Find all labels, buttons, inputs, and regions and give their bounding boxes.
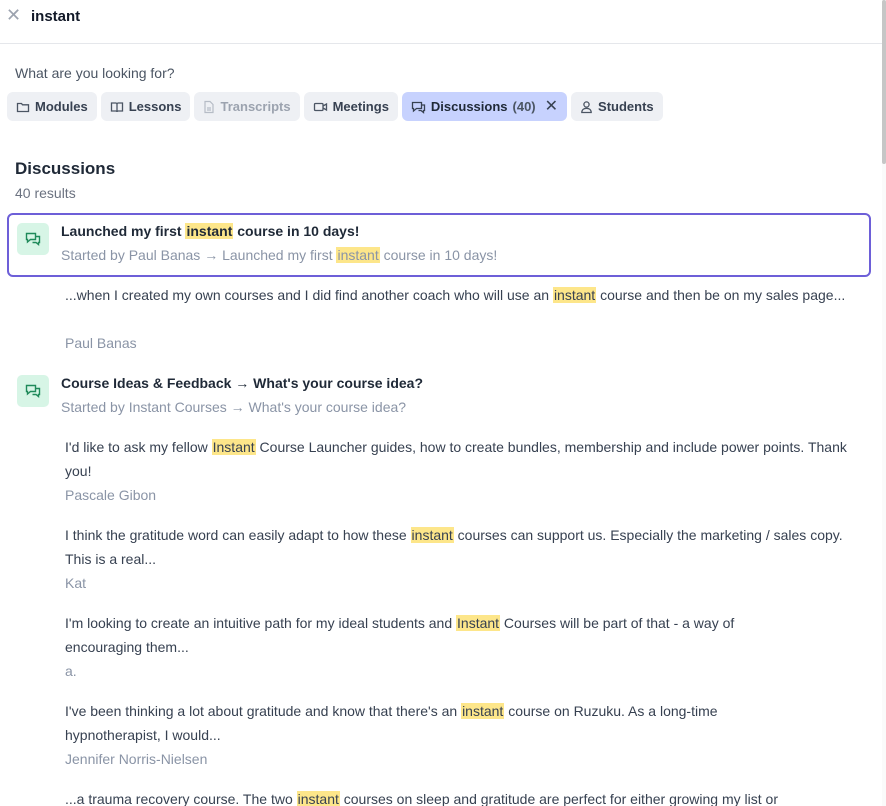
filter-lessons[interactable]: Lessons bbox=[100, 92, 191, 121]
user-icon bbox=[581, 100, 592, 113]
chat-icon bbox=[411, 101, 426, 114]
thread-title[interactable]: Course Ideas & Feedback → What's your co… bbox=[61, 375, 423, 391]
discussion-icon bbox=[17, 223, 49, 255]
reply-snippet[interactable]: ...a trauma recovery course. The two ins… bbox=[65, 787, 865, 806]
reply-snippet[interactable]: I'm looking to create an intuitive path … bbox=[65, 611, 805, 659]
search-highlight: instant bbox=[552, 287, 597, 303]
scrollbar-thumb[interactable] bbox=[882, 0, 886, 164]
reply-author: a. bbox=[65, 663, 77, 679]
search-highlight: instant bbox=[461, 703, 505, 719]
filter-discussions-count: (40) bbox=[512, 99, 536, 114]
thread-title[interactable]: Launched my first instant course in 10 d… bbox=[61, 223, 359, 239]
reply-snippet[interactable]: ...when I created my own courses and I d… bbox=[65, 283, 855, 307]
filter-modules[interactable]: Modules bbox=[7, 92, 97, 121]
filter-discussions-label: Discussions bbox=[430, 99, 508, 114]
reply-author: Kat bbox=[65, 575, 87, 591]
search-input[interactable] bbox=[31, 5, 591, 27]
reply-snippet[interactable]: I think the gratitude word can easily ad… bbox=[65, 523, 865, 571]
filter-modules-label: Modules bbox=[35, 99, 88, 114]
document-icon bbox=[204, 100, 215, 113]
video-icon bbox=[313, 102, 327, 111]
filter-lessons-label: Lessons bbox=[128, 99, 182, 114]
close-icon[interactable]: ✕ bbox=[6, 6, 21, 24]
filter-meetings-label: Meetings bbox=[332, 99, 389, 114]
search-highlight: instant bbox=[336, 247, 380, 263]
thread-subtitle: Started by Instant Courses → What's your… bbox=[61, 399, 407, 415]
reply-snippet[interactable]: I'd like to ask my fellow Instant Course… bbox=[65, 435, 865, 483]
result-count: 40 results bbox=[15, 185, 76, 201]
search-highlight: instant bbox=[410, 527, 454, 543]
filter-meetings[interactable]: Meetings bbox=[303, 92, 398, 121]
search-highlight: instant bbox=[296, 791, 340, 806]
reply-snippet[interactable]: I've been thinking a lot about gratitude… bbox=[65, 699, 805, 747]
search-highlight: Instant bbox=[456, 615, 501, 631]
search-highlight: Instant bbox=[211, 439, 256, 455]
scrollbar[interactable] bbox=[882, 0, 886, 806]
thread-subtitle: Started by Paul Banas → Launched my firs… bbox=[61, 247, 498, 263]
reply-author: Jennifer Norris-Nielsen bbox=[65, 751, 208, 767]
reply-author: Paul Banas bbox=[65, 335, 137, 351]
search-highlight: instant bbox=[185, 223, 234, 239]
section-title: Discussions bbox=[15, 159, 116, 178]
reply-author: Pascale Gibon bbox=[65, 487, 157, 503]
filter-transcripts-label: Transcripts bbox=[220, 99, 291, 114]
filter-chips: Modules Lessons Transcripts Meetings Dis… bbox=[7, 92, 663, 121]
filter-prompt: What are you looking for? bbox=[15, 65, 175, 81]
book-icon bbox=[110, 101, 123, 112]
clear-filter-icon[interactable]: ✕ bbox=[545, 98, 558, 114]
filter-transcripts[interactable]: Transcripts bbox=[194, 92, 300, 121]
filter-discussions[interactable]: Discussions (40) ✕ bbox=[401, 92, 568, 121]
filter-students[interactable]: Students bbox=[571, 92, 663, 121]
search-bar: ✕ bbox=[0, 0, 882, 44]
folder-icon bbox=[16, 102, 30, 112]
filter-students-label: Students bbox=[598, 99, 654, 114]
discussion-icon bbox=[17, 375, 49, 407]
